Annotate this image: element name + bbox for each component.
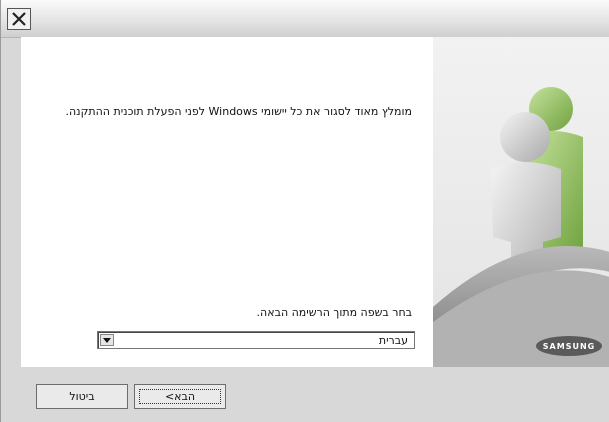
language-label: בחר בשפה מתוך הרשימה הבאה. [256, 306, 412, 319]
setup-window: מומלץ מאוד לסגור את כל יישומי Windows לפ… [0, 0, 609, 422]
title-bar [1, 0, 609, 38]
samsung-logo: SAMSUNG [543, 342, 595, 351]
chevron-down-icon [103, 337, 111, 343]
language-dropdown[interactable]: עברית [97, 331, 415, 349]
dropdown-button[interactable] [100, 334, 114, 346]
close-button[interactable] [7, 8, 31, 30]
focus-ring [139, 389, 221, 404]
people-illustration: SAMSUNG [433, 37, 609, 367]
close-apps-message: מומלץ מאוד לסגור את כל יישומי Windows לפ… [65, 105, 413, 118]
cancel-button[interactable]: ביטול [36, 384, 128, 409]
content-panel: מומלץ מאוד לסגור את כל יישומי Windows לפ… [21, 37, 609, 367]
next-button[interactable]: הבא> [134, 384, 226, 409]
cancel-button-label: ביטול [69, 390, 95, 403]
side-illustration: SAMSUNG [433, 37, 609, 367]
language-value: עברית [378, 334, 408, 347]
close-icon [12, 12, 26, 26]
